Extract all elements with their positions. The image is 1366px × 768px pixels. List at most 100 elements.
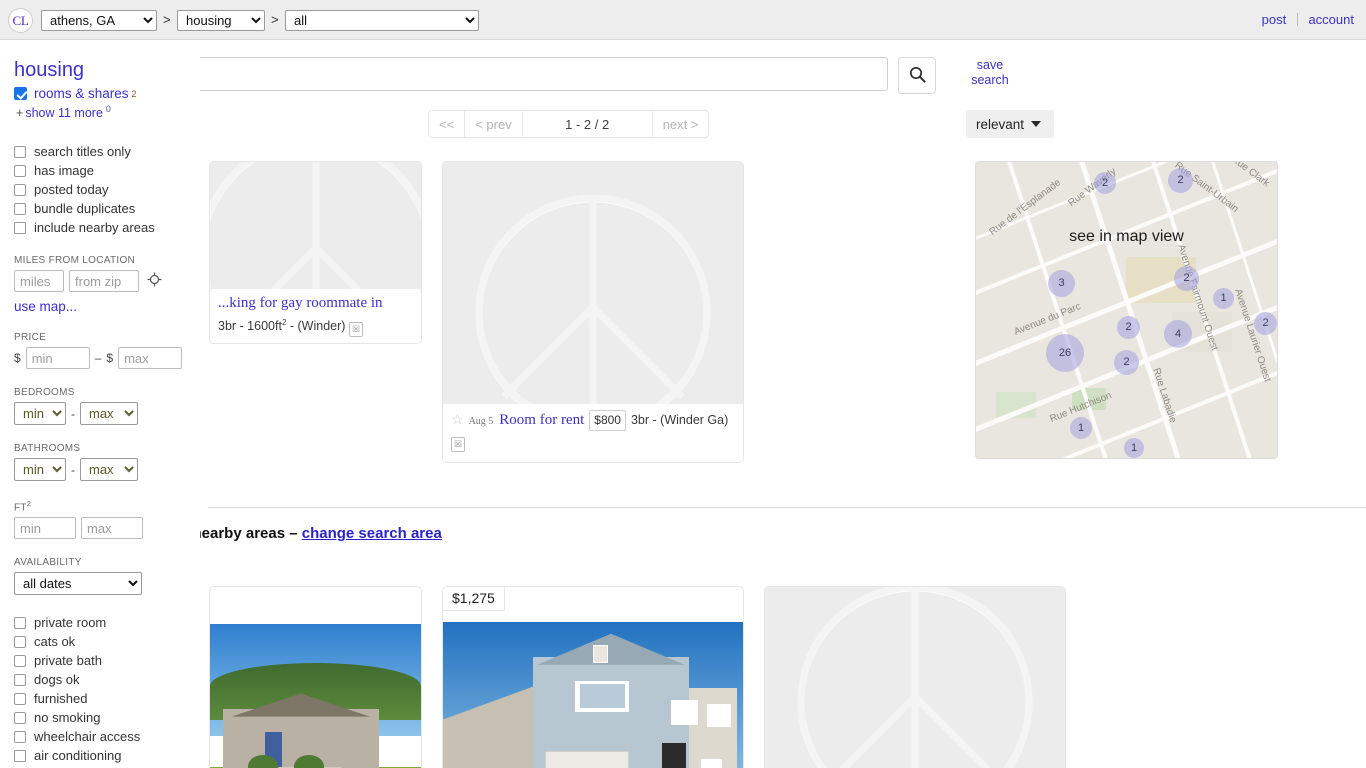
listing-price: $800 bbox=[589, 410, 626, 431]
crosshair-icon[interactable] bbox=[147, 272, 162, 290]
category-select[interactable]: housing bbox=[177, 10, 265, 31]
filter-amenity-private-bath[interactable]: private bath bbox=[14, 651, 200, 670]
price-range-dash: – bbox=[94, 351, 102, 366]
availability-select[interactable]: all dates bbox=[14, 572, 142, 596]
filter-amenity-no-smoking[interactable]: no smoking bbox=[14, 708, 200, 727]
bathrooms-max-select[interactable]: max bbox=[80, 458, 138, 482]
nearby-areas-heading: ...nearby areas – change search area bbox=[200, 525, 442, 542]
subcategory-select[interactable]: all bbox=[285, 10, 479, 31]
checkbox-icon[interactable] bbox=[14, 635, 26, 648]
map-cluster-marker[interactable]: 1 bbox=[1124, 438, 1144, 458]
price-max-input[interactable] bbox=[118, 347, 183, 370]
filter-amenity-label: dogs ok bbox=[34, 672, 80, 688]
checkbox-icon[interactable] bbox=[14, 749, 26, 762]
filter-option-posted-today[interactable]: posted today bbox=[14, 180, 200, 199]
listing-date: Aug 5 bbox=[468, 416, 494, 427]
filter-amenity-wheelchair-access[interactable]: wheelchair access bbox=[14, 727, 200, 746]
page-next-button[interactable]: next > bbox=[652, 111, 709, 137]
listing-card-meta: ...king for gay roommate in 3br - 1600ft… bbox=[209, 289, 422, 344]
show-more-categories-link[interactable]: + show 11 more 0 bbox=[16, 104, 200, 120]
map-cluster-marker[interactable]: 2 bbox=[1094, 172, 1116, 194]
page-prev-button[interactable]: < prev bbox=[465, 111, 523, 137]
rooms-and-shares-label: rooms & shares bbox=[34, 86, 129, 101]
listing-card[interactable] bbox=[209, 586, 422, 768]
filter-amenity-furnished[interactable]: furnished bbox=[14, 689, 200, 708]
miles-input[interactable] bbox=[14, 270, 64, 293]
checkbox-icon[interactable] bbox=[14, 183, 26, 196]
sort-select[interactable]: relevant bbox=[966, 110, 1054, 138]
map-cluster-marker[interactable]: 1 bbox=[1070, 417, 1092, 439]
filter-option-include-nearby-areas[interactable]: include nearby areas bbox=[14, 218, 200, 237]
bathrooms-label: BATHROOMS bbox=[14, 443, 81, 455]
sqft-max-input[interactable] bbox=[81, 517, 143, 540]
checkbox-checked-icon[interactable] bbox=[14, 87, 27, 100]
map-cluster-marker[interactable]: 2 bbox=[1174, 266, 1199, 291]
post-link[interactable]: post bbox=[1262, 12, 1287, 27]
zip-input[interactable] bbox=[69, 270, 139, 293]
checkbox-icon[interactable] bbox=[14, 145, 26, 158]
filter-amenity-label: private room bbox=[34, 615, 107, 631]
bedrooms-dash: - bbox=[71, 406, 75, 421]
filter-amenity-label: cats ok bbox=[34, 634, 76, 650]
filter-amenity-label: furnished bbox=[34, 691, 88, 707]
checkbox-icon[interactable] bbox=[14, 673, 26, 686]
checkbox-icon[interactable] bbox=[14, 164, 26, 177]
filter-amenity-cats-ok[interactable]: cats ok bbox=[14, 632, 200, 651]
search-input[interactable] bbox=[200, 57, 888, 91]
listing-meta-row: ...king for gay roommate in 3br - 1600ft… bbox=[210, 289, 421, 343]
filter-amenity-dogs-ok[interactable]: dogs ok bbox=[14, 670, 200, 689]
filter-option-label: has image bbox=[34, 163, 94, 179]
account-link[interactable]: account bbox=[1308, 12, 1354, 27]
checkbox-icon[interactable] bbox=[14, 711, 26, 724]
checkbox-icon[interactable] bbox=[14, 221, 26, 234]
bedrooms-max-select[interactable]: max bbox=[80, 402, 138, 426]
filter-rooms-and-shares[interactable]: rooms & shares 2 bbox=[14, 86, 200, 101]
filter-option-bundle-duplicates[interactable]: bundle duplicates bbox=[14, 199, 200, 218]
bathrooms-group: BATHROOMS min - max bbox=[14, 443, 200, 482]
show-more-label: show 11 more bbox=[25, 106, 103, 121]
checkbox-icon[interactable] bbox=[14, 692, 26, 705]
listing-photo-placeholder bbox=[765, 587, 1065, 768]
use-map-link[interactable]: use map... bbox=[14, 299, 200, 314]
save-search-link[interactable]: save search bbox=[960, 58, 1020, 88]
sqft-min-input[interactable] bbox=[14, 517, 76, 540]
checkbox-icon[interactable] bbox=[14, 730, 26, 743]
star-outline-icon[interactable]: ☆ bbox=[451, 411, 464, 427]
map-cluster-marker[interactable]: 2 bbox=[1254, 312, 1277, 335]
filter-amenity-label: private bath bbox=[34, 653, 102, 669]
price-min-input[interactable] bbox=[25, 347, 90, 370]
availability-label: AVAILABILITY bbox=[14, 557, 82, 569]
map-cluster-marker[interactable]: 3 bbox=[1048, 270, 1075, 297]
listing-card[interactable]: $1,275 bbox=[442, 586, 744, 768]
map-cluster-marker[interactable]: 2 bbox=[1168, 168, 1193, 193]
listing-title[interactable]: ...king for gay roommate in bbox=[218, 295, 383, 311]
checkbox-icon[interactable] bbox=[14, 202, 26, 215]
map-thumbnail[interactable]: see in map view Rue de l'Esplanade Rue Wa… bbox=[975, 161, 1278, 459]
map-cluster-marker[interactable]: 2 bbox=[1114, 350, 1139, 375]
filter-amenity-air-conditioning[interactable]: air conditioning bbox=[14, 746, 200, 765]
see-in-map-view-label: see in map view bbox=[1069, 228, 1184, 245]
filter-amenity-private-room[interactable]: private room bbox=[14, 613, 200, 632]
listing-card[interactable] bbox=[764, 586, 1066, 768]
checkbox-icon[interactable] bbox=[14, 654, 26, 667]
filter-option-label: bundle duplicates bbox=[34, 201, 136, 217]
page-first-button[interactable]: << bbox=[429, 111, 466, 137]
city-select[interactable]: athens, GA bbox=[41, 10, 157, 31]
banish-icon[interactable]: ☒ bbox=[451, 437, 465, 452]
map-cluster-marker[interactable]: 2 bbox=[1117, 316, 1140, 339]
change-search-area-link[interactable]: change search area bbox=[302, 525, 442, 542]
craigslist-logo[interactable]: CL bbox=[8, 8, 33, 33]
listing-card[interactable]: ☆ Aug 5 Room for rent $800 3br - (Winder Ga)… bbox=[442, 161, 744, 463]
bedrooms-min-select[interactable]: min bbox=[14, 402, 66, 426]
banish-icon[interactable]: ☒ bbox=[349, 322, 364, 337]
search-button[interactable] bbox=[898, 57, 936, 94]
map-cluster-marker[interactable]: 1 bbox=[1213, 288, 1234, 309]
map-cluster-marker[interactable]: 4 bbox=[1164, 320, 1192, 348]
listing-title[interactable]: Room for rent bbox=[499, 412, 584, 428]
breadcrumb-separator-2: > bbox=[271, 12, 279, 27]
checkbox-icon[interactable] bbox=[14, 616, 26, 629]
filter-option-search-titles-only[interactable]: search titles only bbox=[14, 142, 200, 161]
filter-option-has-image[interactable]: has image bbox=[14, 161, 200, 180]
map-cluster-marker[interactable]: 26 bbox=[1046, 334, 1084, 372]
bathrooms-min-select[interactable]: min bbox=[14, 458, 66, 482]
